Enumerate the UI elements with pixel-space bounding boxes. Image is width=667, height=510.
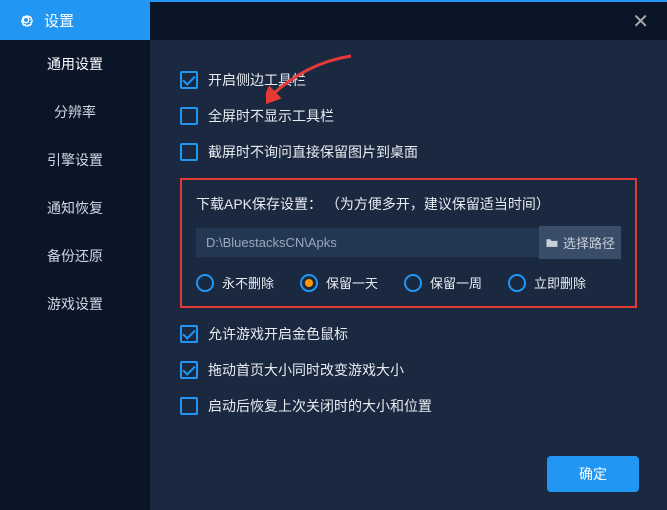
radio-never-delete[interactable]: 永不删除: [196, 273, 274, 292]
label-resize-game: 拖动首页大小同时改变游戏大小: [208, 360, 404, 380]
settings-header: 设置: [0, 0, 150, 40]
radio-label: 保留一周: [430, 273, 482, 292]
ok-button[interactable]: 确定: [547, 456, 639, 492]
folder-icon: [545, 237, 559, 248]
close-icon[interactable]: ✕: [614, 9, 667, 34]
sidebar-item-general[interactable]: 通用设置: [0, 40, 150, 88]
checkbox-gold-mouse[interactable]: [180, 325, 198, 343]
gear-icon: [18, 12, 34, 28]
label-gold-mouse: 允许游戏开启金色鼠标: [208, 324, 348, 344]
sidebar: 设置 通用设置 分辨率 引擎设置 通知恢复 备份还原 游戏设置: [0, 40, 150, 510]
radio-label: 保留一天: [326, 273, 378, 292]
radio-keep-one-week[interactable]: 保留一周: [404, 273, 482, 292]
sidebar-item-resolution[interactable]: 分辨率: [0, 88, 150, 136]
checkbox-restore-size[interactable]: [180, 397, 198, 415]
radio-label: 立即删除: [534, 273, 586, 292]
apk-path-input[interactable]: [196, 228, 539, 257]
label-fullscreen-toolbar: 全屏时不显示工具栏: [208, 106, 334, 126]
main-panel: 开启侧边工具栏 全屏时不显示工具栏 截屏时不询问直接保留图片到桌面 下载APK保…: [150, 40, 667, 510]
label-side-toolbar: 开启侧边工具栏: [208, 70, 306, 90]
sidebar-item-game[interactable]: 游戏设置: [0, 280, 150, 328]
checkbox-fullscreen-toolbar[interactable]: [180, 107, 198, 125]
radio-keep-one-day[interactable]: 保留一天: [300, 273, 378, 292]
apk-save-section: 下载APK保存设置： （为方便多开，建议保留适当时间） 选择路径 永不删除 保留…: [180, 178, 637, 308]
label-screenshot-desktop: 截屏时不询问直接保留图片到桌面: [208, 142, 418, 162]
radio-circle: [508, 274, 526, 292]
radio-circle: [196, 274, 214, 292]
radio-circle: [300, 274, 318, 292]
apk-title: 下载APK保存设置： （为方便多开，建议保留适当时间）: [196, 194, 621, 214]
radio-delete-now[interactable]: 立即删除: [508, 273, 586, 292]
label-restore-size: 启动后恢复上次关闭时的大小和位置: [208, 396, 432, 416]
browse-label: 选择路径: [563, 233, 615, 252]
sidebar-item-backup[interactable]: 备份还原: [0, 232, 150, 280]
sidebar-item-engine[interactable]: 引擎设置: [0, 136, 150, 184]
checkbox-resize-game[interactable]: [180, 361, 198, 379]
radio-circle: [404, 274, 422, 292]
checkbox-screenshot-desktop[interactable]: [180, 143, 198, 161]
radio-label: 永不删除: [222, 273, 274, 292]
settings-title: 设置: [44, 10, 74, 31]
sidebar-item-notification[interactable]: 通知恢复: [0, 184, 150, 232]
checkbox-side-toolbar[interactable]: [180, 71, 198, 89]
browse-path-button[interactable]: 选择路径: [539, 226, 621, 259]
